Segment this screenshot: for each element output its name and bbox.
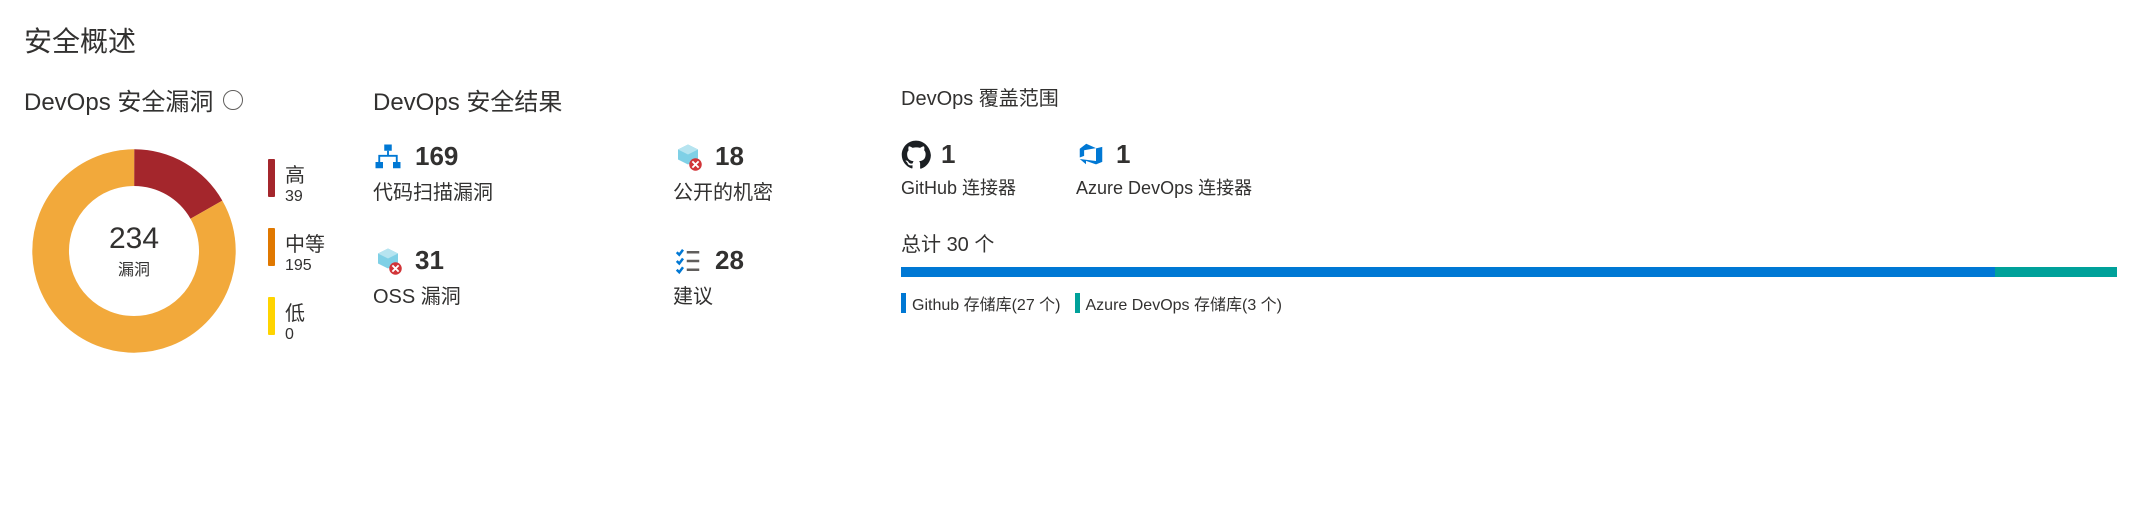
severity-name: 高 (285, 159, 305, 188)
stat-exposed-secrets[interactable]: 18 公开的机密 (673, 141, 853, 205)
stat-recommendations[interactable]: 28 建议 (673, 245, 853, 309)
coverage-total-label: 总计 (901, 234, 941, 256)
vulnerabilities-section: DevOps 安全漏洞 234 漏洞 (24, 82, 325, 361)
stat-value: 31 (415, 245, 444, 276)
vulnerabilities-total: 234 (109, 222, 159, 256)
coverage-total: 总计 30 个 (901, 228, 2117, 257)
info-icon[interactable] (223, 90, 243, 110)
severity-count: 0 (285, 326, 305, 344)
severity-name: 低 (285, 297, 305, 326)
severity-count: 195 (285, 257, 325, 275)
sitemap-icon (373, 142, 403, 172)
coverage-bar-chart (901, 267, 2117, 277)
connector-azure-devops[interactable]: 1 Azure DevOps 连接器 (1076, 139, 1252, 200)
azure-devops-icon (1076, 140, 1106, 170)
stat-label: 公开的机密 (673, 176, 853, 205)
repo-legend-azure[interactable]: Azure DevOps 存储库(3 个) (1075, 291, 1283, 315)
connector-github[interactable]: 1 GitHub 连接器 (901, 139, 1016, 200)
connector-label: GitHub 连接器 (901, 174, 1016, 200)
page-title: 安全概述 (24, 20, 2117, 60)
connector-count: 1 (1116, 139, 1130, 170)
github-icon (901, 140, 931, 170)
connector-label: Azure DevOps 连接器 (1076, 174, 1252, 200)
checklist-icon (673, 246, 703, 276)
stat-oss-vulns[interactable]: 31 OSS 漏洞 (373, 245, 553, 309)
stat-label: 代码扫描漏洞 (373, 176, 553, 205)
stat-label: OSS 漏洞 (373, 280, 553, 309)
stat-value: 18 (715, 141, 744, 172)
severity-color-swatch (268, 228, 275, 266)
connector-count: 1 (941, 139, 955, 170)
results-title: DevOps 安全结果 (373, 82, 562, 117)
repo-legend-label: Azure DevOps 存储库(3 个) (1086, 291, 1283, 315)
color-swatch (1075, 293, 1080, 313)
severity-color-swatch (268, 297, 275, 335)
repo-legend-label: Github 存储库(27 个) (912, 291, 1061, 315)
cube-alert-icon (673, 142, 703, 172)
coverage-section: DevOps 覆盖范围 1 GitHub 连接器 1 (901, 82, 2117, 315)
severity-color-swatch (268, 159, 275, 197)
vulnerabilities-total-label: 漏洞 (118, 256, 150, 280)
severity-high[interactable]: 高 39 (268, 159, 325, 206)
cube-alert-icon (373, 246, 403, 276)
color-swatch (901, 293, 906, 313)
bar-segment-azure (1995, 267, 2117, 277)
severity-name: 中等 (285, 228, 325, 257)
stat-label: 建议 (673, 280, 853, 309)
coverage-total-value: 30 个 (947, 234, 995, 256)
bar-segment-github (901, 267, 1995, 277)
results-section: DevOps 安全结果 169 代码扫描漏洞 18 公 (373, 82, 853, 309)
severity-medium[interactable]: 中等 195 (268, 228, 325, 275)
severity-count: 39 (285, 188, 305, 206)
stat-value: 169 (415, 141, 458, 172)
repo-legend: Github 存储库(27 个) Azure DevOps 存储库(3 个) (901, 291, 2117, 315)
stat-code-scan[interactable]: 169 代码扫描漏洞 (373, 141, 553, 205)
severity-legend: 高 39 中等 195 低 0 (268, 159, 325, 344)
stat-value: 28 (715, 245, 744, 276)
severity-low[interactable]: 低 0 (268, 297, 325, 344)
vulnerabilities-donut-chart: 234 漏洞 (24, 141, 244, 361)
vulnerabilities-title: DevOps 安全漏洞 (24, 82, 213, 117)
repo-legend-github[interactable]: Github 存储库(27 个) (901, 291, 1061, 315)
coverage-title: DevOps 覆盖范围 (901, 82, 1059, 111)
